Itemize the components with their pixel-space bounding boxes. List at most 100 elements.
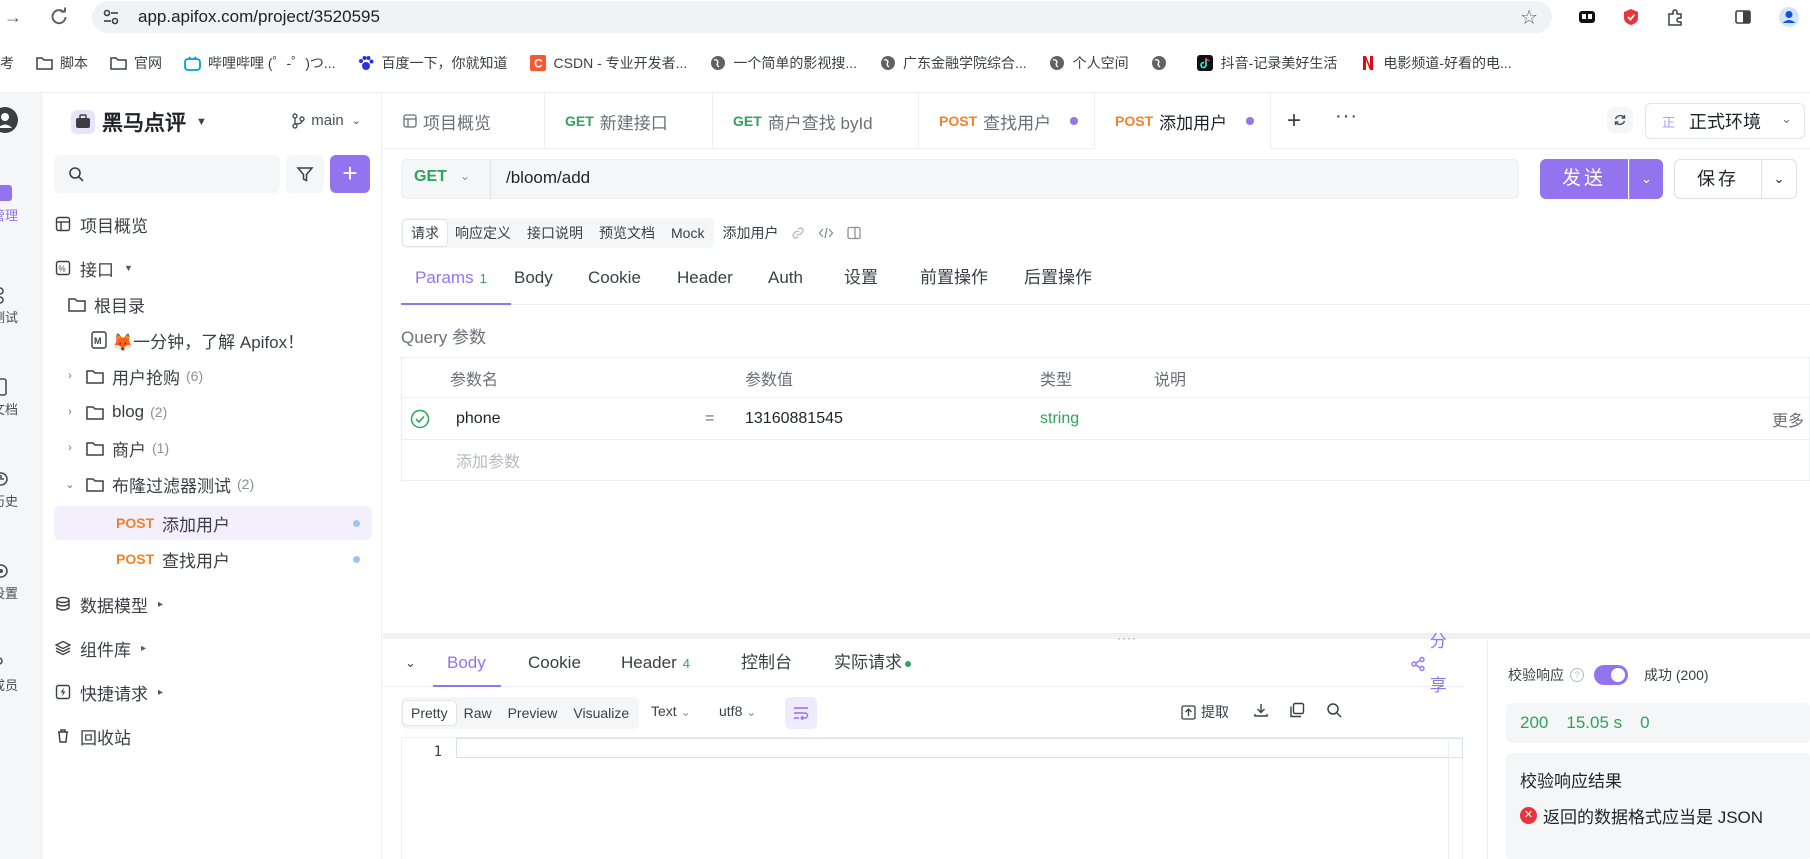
search-icon[interactable] — [1326, 702, 1342, 718]
tree-endpoint-add-user[interactable]: POST 添加用户 — [54, 506, 372, 540]
ptab-post-script[interactable]: 后置操作 — [1024, 263, 1092, 305]
tree-item-components[interactable]: 组件库 ▸ — [54, 631, 372, 665]
copy-icon[interactable] — [1289, 702, 1305, 718]
address-bar[interactable]: app.apifox.com/project/3520595 ☆ — [92, 1, 1552, 33]
help-icon[interactable]: ? — [1570, 668, 1584, 682]
bookmark-item[interactable]: C CSDN - 专业开发者... — [530, 53, 687, 73]
send-button[interactable]: 发送 — [1540, 159, 1628, 199]
bookmark-item[interactable]: 个人空间 — [1049, 53, 1129, 73]
shield-extension-icon[interactable] — [1618, 4, 1644, 30]
split-view-icon[interactable] — [846, 225, 862, 241]
tab-add-user[interactable]: POST 添加用户 — [1095, 93, 1271, 149]
current-line[interactable] — [456, 738, 1463, 758]
subtab-description[interactable]: 接口说明 — [519, 220, 591, 246]
rtab-cookie[interactable]: Cookie — [528, 641, 581, 687]
tree-item-quick-request[interactable]: 快捷请求 ▸ — [54, 675, 372, 709]
tree-item-interfaces[interactable]: % 接口 ▼ — [54, 251, 372, 285]
ptab-header[interactable]: Header — [677, 263, 733, 305]
add-button[interactable]: + — [330, 155, 370, 193]
tree-folder-expanded[interactable]: ⌄ 布隆过滤器测试 (2) — [54, 467, 372, 501]
refresh-env-button[interactable] — [1607, 107, 1633, 133]
bookmark-star-icon[interactable]: ☆ — [1520, 5, 1538, 30]
search-input[interactable] — [54, 155, 280, 193]
tree-item-overview[interactable]: 项目概览 — [54, 207, 372, 241]
tree-item-root[interactable]: 根目录 — [54, 287, 372, 321]
rtab-console[interactable]: 控制台 — [741, 641, 792, 687]
tab-overview[interactable]: 项目概览 — [383, 93, 545, 149]
add-param-placeholder[interactable]: 添加参数 — [456, 440, 520, 480]
enabled-check-icon[interactable] — [410, 398, 430, 439]
tab-shop-find[interactable]: GET 商户查找 byId — [713, 93, 919, 149]
subtab-response-def[interactable]: 响应定义 — [447, 220, 519, 246]
ptab-body[interactable]: Body — [514, 263, 553, 305]
collapse-chevron-icon[interactable]: ⌄ — [405, 655, 416, 671]
url-input[interactable]: /bloom/add — [506, 168, 590, 188]
bookmark-item[interactable] — [1151, 55, 1175, 72]
side-panel-icon[interactable] — [1730, 4, 1756, 30]
subtab-request[interactable]: 请求 — [403, 220, 447, 246]
rtab-actual-request[interactable]: 实际请求 — [834, 641, 911, 687]
bookmark-item[interactable]: 广东金融学院综合... — [879, 53, 1027, 73]
tree-folder[interactable]: › 商户 (1) — [54, 431, 372, 465]
site-settings-icon[interactable] — [102, 8, 120, 26]
tab-new-interface[interactable]: GET 新建接口 — [545, 93, 713, 149]
bookmark-item[interactable]: 百度一下，你就知道 — [358, 53, 508, 73]
extension-icon[interactable] — [1574, 4, 1600, 30]
bookmark-item[interactable]: 哔哩哔哩 (゜-゜)つ... — [184, 53, 336, 73]
format-preview[interactable]: Preview — [500, 701, 566, 725]
text-type-select[interactable]: Text ⌄ — [651, 703, 691, 719]
more-tabs-icon[interactable]: ··· — [1335, 105, 1358, 128]
tree-item-intro-doc[interactable]: M 🦊一分钟，了解 Apifox！ — [54, 323, 372, 357]
tree-endpoint-find-user[interactable]: POST 查找用户 — [54, 542, 372, 576]
add-param-row[interactable]: 添加参数 — [402, 440, 1809, 480]
download-icon[interactable] — [1253, 702, 1269, 718]
response-body-editor[interactable]: 1 — [401, 737, 1463, 859]
tab-find-user[interactable]: POST 查找用户 — [919, 93, 1095, 149]
request-name[interactable]: 添加用户 — [722, 223, 778, 243]
rtab-header[interactable]: Header 4 — [621, 641, 690, 687]
encoding-select[interactable]: utf8 ⌄ — [719, 703, 756, 719]
save-options-chevron-icon[interactable]: ⌄ — [1761, 159, 1797, 199]
bookmark-item[interactable]: 电影频道-好看的电... — [1359, 53, 1512, 73]
share-button[interactable]: 分享 — [1410, 632, 1463, 695]
method-select[interactable]: GET — [414, 168, 447, 186]
environment-selector[interactable]: 正 正式环境 ⌄ — [1645, 103, 1805, 139]
subtab-preview-doc[interactable]: 预览文档 — [591, 220, 663, 246]
format-pretty[interactable]: Pretty — [403, 701, 456, 725]
validation-status[interactable]: 成功 (200) — [1644, 665, 1709, 685]
reload-icon[interactable] — [46, 4, 72, 30]
chevron-down-icon[interactable]: ⌄ — [460, 169, 470, 183]
url-text[interactable]: app.apifox.com/project/3520595 — [138, 7, 380, 27]
bookmark-item[interactable]: 抖音-记录美好生活 — [1197, 53, 1337, 73]
ptab-pre-script[interactable]: 前置操作 — [920, 263, 988, 305]
bookmark-item[interactable]: 官网 — [110, 53, 162, 73]
editor-scrollbar[interactable] — [1448, 738, 1462, 859]
tree-folder[interactable]: › blog (2) — [54, 395, 372, 429]
subtab-mock[interactable]: Mock — [663, 222, 712, 244]
filter-button[interactable] — [286, 155, 324, 193]
more-options-link[interactable]: 更多 — [1772, 398, 1804, 439]
panel-resizer[interactable]: ···· — [383, 631, 1810, 645]
ptab-cookie[interactable]: Cookie — [588, 263, 641, 305]
rtab-body[interactable]: Body — [447, 641, 486, 687]
wrap-lines-button[interactable] — [785, 697, 817, 729]
send-options-chevron-icon[interactable]: ⌄ — [1629, 159, 1663, 199]
project-switcher[interactable]: 黑马点评 ▼ — [70, 107, 207, 137]
code-icon[interactable] — [818, 225, 834, 241]
ptab-settings[interactable]: 设置 — [844, 263, 878, 305]
ptab-params[interactable]: Params 1 — [415, 263, 487, 305]
bookmark-item[interactable]: 备考 — [0, 53, 14, 73]
tree-folder[interactable]: › 用户抢购 (6) — [54, 359, 372, 393]
bookmark-item[interactable]: 脚本 — [36, 53, 88, 73]
param-name-input[interactable]: phone — [456, 398, 501, 439]
param-value-input[interactable]: 13160881545 — [745, 398, 843, 439]
format-raw[interactable]: Raw — [456, 701, 500, 725]
extract-button[interactable]: 提取 — [1181, 702, 1229, 722]
param-type-select[interactable]: string — [1040, 398, 1079, 439]
format-visualize[interactable]: Visualize — [565, 701, 637, 725]
tree-item-recycle-bin[interactable]: 回收站 — [54, 719, 372, 753]
profile-avatar-icon[interactable] — [1776, 4, 1802, 30]
ptab-auth[interactable]: Auth — [768, 263, 803, 305]
puzzle-icon[interactable] — [1662, 4, 1688, 30]
save-button[interactable]: 保存 — [1674, 159, 1762, 199]
